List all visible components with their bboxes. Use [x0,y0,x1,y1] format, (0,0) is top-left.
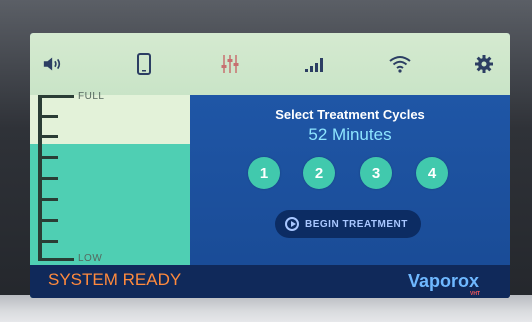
treatment-panel: Select Treatment Cycles 52 Minutes 1 2 3… [190,95,510,265]
gauge-tick [38,135,58,138]
brand-logo: Vaporox [408,271,480,291]
gauge-full-label: FULL [78,91,105,102]
panel-title: Select Treatment Cycles [275,107,425,122]
begin-treatment-button[interactable]: BEGIN TREATMENT [275,210,421,238]
top-toolbar [30,33,510,95]
wifi-icon[interactable] [388,53,412,75]
play-icon [285,217,299,231]
gauge-tick [38,115,58,118]
device-base [0,295,532,322]
system-status: SYSTEM READY [48,270,182,289]
cycle-button-4[interactable]: 4 [416,157,448,189]
touch-screen: FULL LOW Select Treatment Cycles 52 Minu… [30,33,510,298]
treatment-duration: 52 Minutes [308,125,392,144]
status-bar: SYSTEM READY Vaporox VHT [30,265,510,298]
gauge-tick [38,219,58,222]
phone-icon[interactable] [132,53,156,75]
gauge-tick [38,258,74,261]
gauge-tick [38,198,58,201]
gauge-tick [38,95,74,98]
gauge-tick [38,156,58,159]
brand-logo-sub: VHT [470,291,480,297]
gauge-tick [38,177,58,180]
begin-treatment-label: BEGIN TREATMENT [305,218,408,230]
equalizer-icon[interactable] [218,53,242,75]
cycle-button-2[interactable]: 2 [303,157,335,189]
gauge-low-label: LOW [78,253,103,264]
cycle-button-1[interactable]: 1 [248,157,280,189]
volume-icon[interactable] [42,53,66,75]
signal-icon [303,53,327,75]
cycle-button-3[interactable]: 3 [360,157,392,189]
gauge-tick [38,240,58,243]
gear-icon[interactable] [472,53,496,75]
